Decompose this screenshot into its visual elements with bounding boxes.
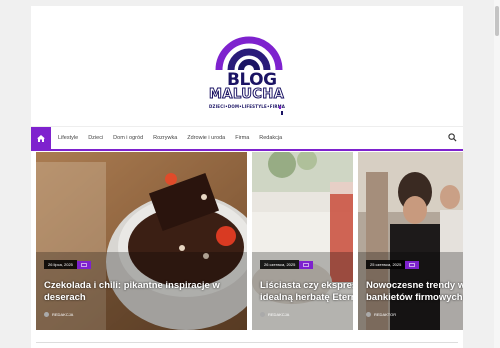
post-author[interactable]: REDAKCJA [44, 312, 73, 317]
comment-badge[interactable] [76, 260, 91, 269]
comment-badge[interactable] [405, 260, 420, 269]
nav-item-redakcja[interactable]: Redakcja [259, 135, 282, 141]
nav-item-rozrywka[interactable]: Rozrywka [153, 135, 177, 141]
author-name: REDAKCJA [268, 312, 290, 317]
post-title-line2: idealną herbatę Eterna [260, 292, 353, 303]
content-divider [36, 342, 458, 348]
post-meta: 26 czerwca, 2025 [260, 260, 314, 269]
post-title[interactable]: Czekolada i chili: pikantne inspiracje w… [44, 280, 220, 304]
featured-posts: 26 lipca, 2025 Czekolada i chili: pikant… [36, 152, 463, 330]
nav-item-lifestyle[interactable]: Lifestyle [58, 135, 78, 141]
post-date: 26 lipca, 2025 [44, 260, 77, 269]
post-meta: 25 czerwca, 2025 [366, 260, 420, 269]
nav-item-firma[interactable]: Firma [235, 135, 249, 141]
page-scrollbar[interactable] [494, 0, 500, 348]
site-logo[interactable]: BLOG MALUCHA DZIECI•DOM•LIFESTYLE•FIRMA [207, 18, 291, 116]
post-title-line2: deserach [44, 292, 86, 303]
logo-dots-icon [279, 106, 283, 115]
featured-post-card[interactable]: 26 czerwca, 2025 Liściasta czy ekspres i… [252, 152, 353, 330]
page-container: BLOG MALUCHA DZIECI•DOM•LIFESTYLE•FIRMA … [31, 6, 463, 348]
post-author[interactable]: REDAKCJA [260, 312, 289, 317]
home-icon [37, 134, 45, 142]
logo-name-line2: MALUCHA [208, 87, 285, 103]
comment-icon [81, 262, 87, 267]
post-author[interactable]: REDAKTOR [366, 312, 396, 317]
author-name: REDAKTOR [374, 312, 397, 317]
post-title-line1: Liściasta czy ekspres [260, 280, 353, 291]
comment-icon [409, 262, 416, 267]
nav-item-zdrowie-i-uroda[interactable]: Zdrowie i uroda [187, 135, 225, 141]
main-navigation: Lifestyle Dzieci Dom i ogród Rozrywka Zd… [31, 126, 463, 151]
nav-item-dzieci[interactable]: Dzieci [88, 135, 103, 141]
comment-badge[interactable] [299, 260, 314, 269]
author-name: REDAKCJA [52, 312, 74, 317]
avatar [366, 312, 371, 317]
site-header: BLOG MALUCHA DZIECI•DOM•LIFESTYLE•FIRMA [31, 6, 463, 126]
nav-home-button[interactable] [31, 127, 51, 149]
scrollbar-thumb[interactable] [495, 6, 499, 36]
logo-tagline: DZIECI•DOM•LIFESTYLE•FIRMA [209, 104, 286, 109]
search-icon[interactable] [448, 133, 457, 142]
logo-arches-icon [215, 36, 283, 71]
post-title-line2: bankietów firmowych [366, 292, 463, 303]
post-date: 26 czerwca, 2025 [260, 260, 300, 269]
post-title-line1: Nowoczesne trendy w [366, 280, 463, 291]
post-title[interactable]: Nowoczesne trendy w bankietów firmowych [366, 280, 463, 304]
comment-icon [303, 262, 310, 267]
avatar [44, 312, 49, 317]
post-title-line1: Czekolada i chili: pikantne inspiracje w [44, 280, 220, 291]
post-date: 25 czerwca, 2025 [366, 260, 406, 269]
nav-item-dom-i-ogrod[interactable]: Dom i ogród [113, 135, 143, 141]
featured-post-card[interactable]: 26 lipca, 2025 Czekolada i chili: pikant… [36, 152, 247, 330]
avatar [260, 312, 265, 317]
featured-post-card[interactable]: 25 czerwca, 2025 Nowoczesne trendy w ban… [358, 152, 463, 330]
post-meta: 26 lipca, 2025 [44, 260, 91, 269]
post-title[interactable]: Liściasta czy ekspres idealną herbatę Et… [260, 280, 353, 304]
